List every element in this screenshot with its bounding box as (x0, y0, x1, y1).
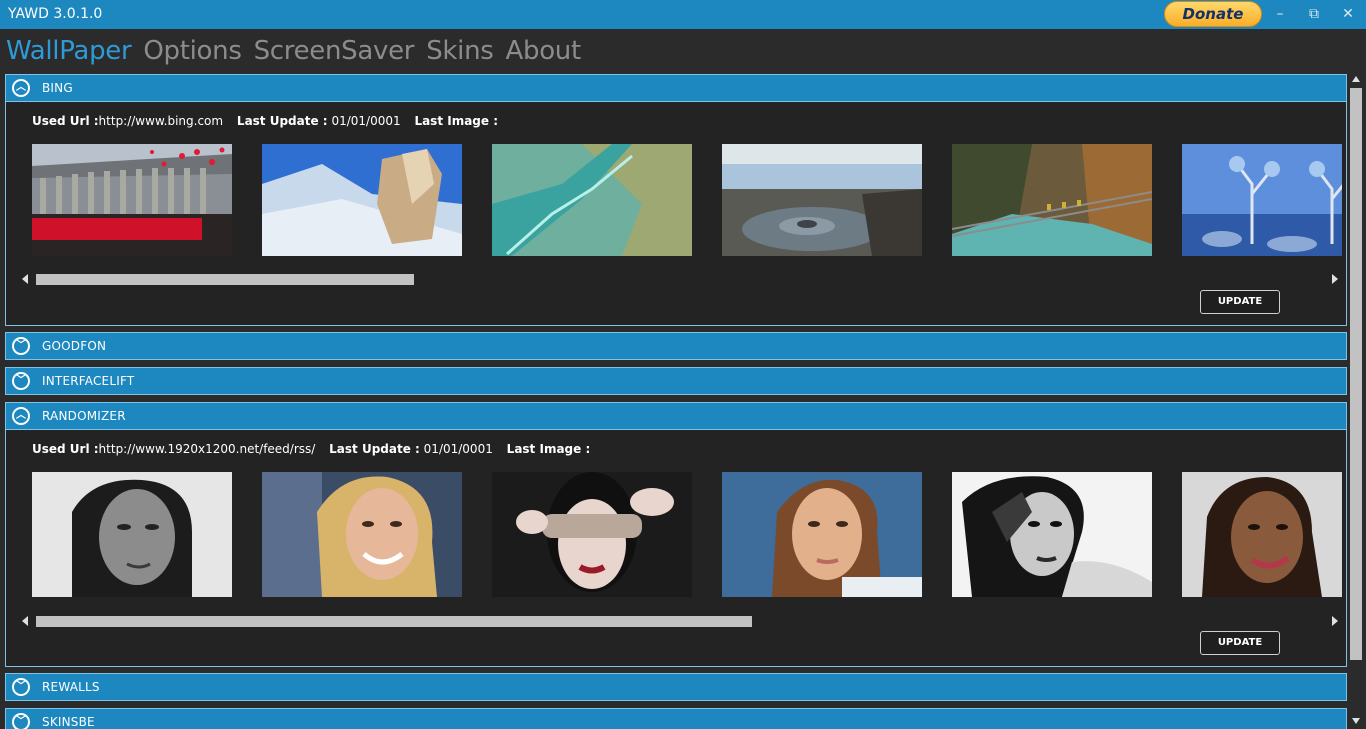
wallpaper-thumbnail[interactable] (952, 472, 1152, 597)
panel-header-goodfon[interactable]: ﹀ GOODFON (5, 332, 1347, 360)
scroll-right-icon[interactable] (1332, 616, 1338, 626)
nav-options[interactable]: Options (143, 34, 242, 68)
chevron-down-icon[interactable]: ﹀ (12, 337, 30, 355)
panel-goodfon: ﹀ GOODFON (5, 332, 1347, 360)
wallpaper-thumbnail[interactable] (262, 472, 462, 597)
wallpaper-thumbnail[interactable] (1182, 472, 1342, 597)
wallpaper-thumbnail[interactable] (492, 472, 692, 597)
wallpaper-thumbnail[interactable] (722, 144, 922, 256)
wallpaper-thumbnail[interactable] (262, 144, 462, 256)
panel-title: GOODFON (42, 339, 107, 353)
update-button[interactable]: UPDATE (1200, 290, 1280, 314)
app-window: YAWD 3.0.1.0 Donate – ⧉ ✕ WallPaper Opti… (0, 0, 1366, 729)
minimize-icon[interactable]: – (1270, 6, 1290, 22)
panel-header-randomizer[interactable]: ︿ RANDOMIZER (5, 402, 1347, 430)
panel-rewalls: ﹀ REWALLS (5, 673, 1347, 701)
last-update-label: Last Update : (329, 442, 420, 456)
chevron-down-icon[interactable]: ﹀ (12, 713, 30, 729)
nav-skins[interactable]: Skins (426, 34, 494, 68)
panel-header-rewalls[interactable]: ﹀ REWALLS (5, 673, 1347, 701)
panel-title: RANDOMIZER (42, 409, 126, 423)
wallpaper-thumbnail[interactable] (952, 144, 1152, 256)
thumbnail-strip (32, 144, 1342, 256)
title-bar: YAWD 3.0.1.0 Donate – ⧉ ✕ (0, 0, 1366, 29)
panel-randomizer: ︿ RANDOMIZER Used Url :http://www.1920x1… (5, 402, 1347, 667)
horizontal-scrollbar[interactable] (20, 272, 1340, 286)
panel-skinsbe: ﹀ SKINSBE (5, 708, 1347, 729)
restore-icon[interactable]: ⧉ (1304, 6, 1324, 22)
panel-header-skinsbe[interactable]: ﹀ SKINSBE (5, 708, 1347, 729)
scroll-left-icon[interactable] (22, 274, 28, 284)
last-image-label: Last Image : (414, 114, 499, 128)
horizontal-scrollbar[interactable] (20, 614, 1340, 628)
thumbnail-strip (32, 472, 1342, 597)
last-update-value: 01/01/0001 (331, 114, 401, 128)
used-url-value: http://www.1920x1200.net/feed/rss/ (98, 442, 316, 456)
wallpaper-thumbnail[interactable] (722, 472, 922, 597)
panel-body-bing: Used Url :http://www.bing.com Last Updat… (5, 102, 1347, 326)
panel-body-randomizer: Used Url :http://www.1920x1200.net/feed/… (5, 430, 1347, 667)
scroll-right-icon[interactable] (1332, 274, 1338, 284)
panel-title: INTERFACELIFT (42, 374, 135, 388)
scroll-up-icon[interactable] (1352, 76, 1360, 82)
used-url-label: Used Url : (32, 114, 99, 128)
update-button[interactable]: UPDATE (1200, 631, 1280, 655)
chevron-down-icon[interactable]: ﹀ (12, 678, 30, 696)
scrollbar-thumb[interactable] (36, 274, 414, 285)
used-url-label: Used Url : (32, 442, 99, 456)
panel-interfacelift: ﹀ INTERFACELIFT (5, 367, 1347, 395)
chevron-down-icon[interactable]: ﹀ (12, 372, 30, 390)
source-info: Used Url :http://www.bing.com Last Updat… (32, 114, 498, 128)
scrollbar-thumb[interactable] (36, 616, 752, 627)
main-nav: WallPaper Options ScreenSaver Skins Abou… (6, 34, 581, 68)
used-url-value: http://www.bing.com (98, 114, 224, 128)
close-icon[interactable]: ✕ (1338, 6, 1358, 22)
chevron-up-icon[interactable]: ︿ (12, 79, 30, 97)
wallpaper-thumbnail[interactable] (492, 144, 692, 256)
panel-title: BING (42, 81, 73, 95)
vertical-scrollbar-thumb[interactable] (1350, 88, 1362, 660)
panel-title: REWALLS (42, 680, 100, 694)
app-title: YAWD 3.0.1.0 (8, 6, 103, 22)
panel-header-interfacelift[interactable]: ﹀ INTERFACELIFT (5, 367, 1347, 395)
panel-title: SKINSBE (42, 715, 95, 729)
nav-screensaver[interactable]: ScreenSaver (254, 34, 415, 68)
nav-wallpaper[interactable]: WallPaper (6, 34, 132, 68)
panel-header-bing[interactable]: ︿ BING (5, 74, 1347, 102)
wallpaper-thumbnail[interactable] (32, 144, 232, 256)
last-image-label: Last Image : (506, 442, 591, 456)
last-update-value: 01/01/0001 (423, 442, 493, 456)
chevron-up-icon[interactable]: ︿ (12, 407, 30, 425)
source-info: Used Url :http://www.1920x1200.net/feed/… (32, 442, 590, 456)
scroll-left-icon[interactable] (22, 616, 28, 626)
wallpaper-thumbnail[interactable] (1182, 144, 1342, 256)
donate-button[interactable]: Donate (1164, 1, 1262, 27)
vertical-scrollbar[interactable] (1348, 74, 1364, 726)
panel-bing: ︿ BING Used Url :http://www.bing.com Las… (5, 74, 1347, 326)
wallpaper-thumbnail[interactable] (32, 472, 232, 597)
scroll-down-icon[interactable] (1352, 718, 1360, 724)
last-update-label: Last Update : (236, 114, 328, 128)
nav-about[interactable]: About (506, 34, 582, 68)
